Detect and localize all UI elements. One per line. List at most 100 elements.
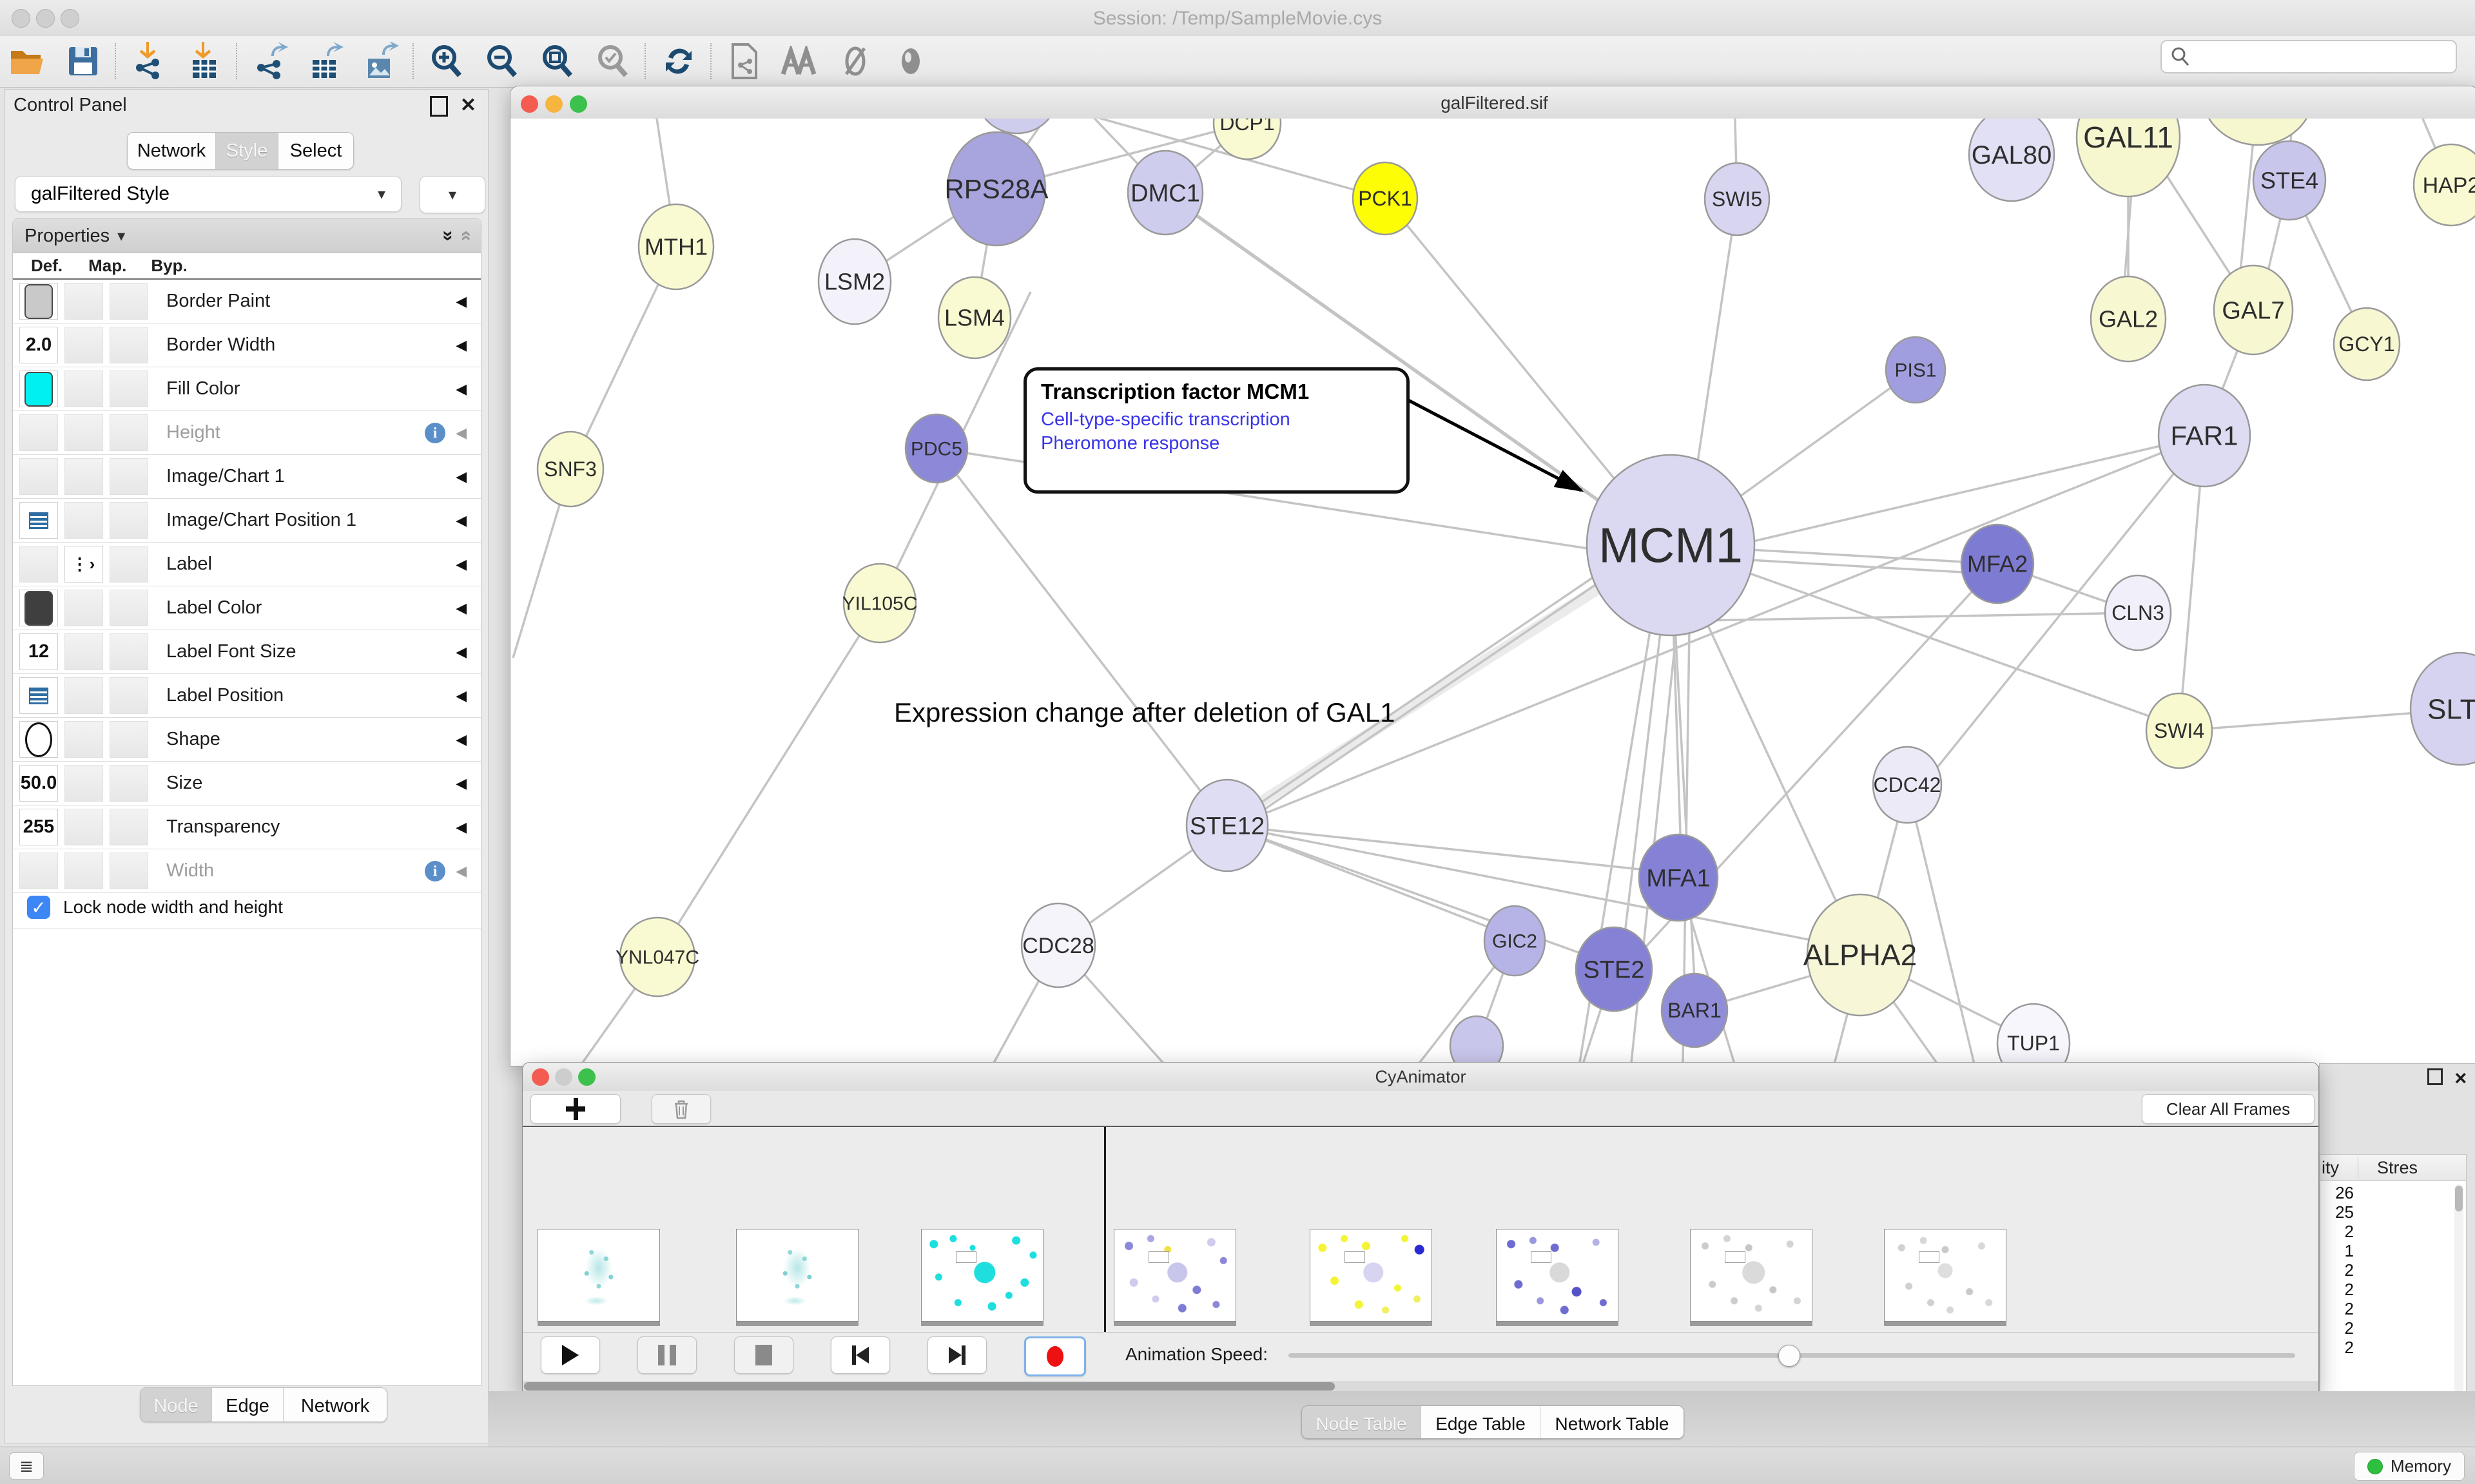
delete-frame-button[interactable] xyxy=(652,1094,711,1124)
cell-map[interactable] xyxy=(64,721,103,758)
tab-node[interactable]: Node xyxy=(141,1388,212,1422)
cell-byp[interactable] xyxy=(110,721,148,758)
style-options-button[interactable]: ▾ xyxy=(420,176,485,213)
stop-button[interactable] xyxy=(734,1336,793,1374)
animation-speed-slider[interactable] xyxy=(1288,1353,2295,1358)
info-icon[interactable]: i xyxy=(425,861,445,882)
annotation-box[interactable]: Transcription factor MCM1 Cell-type-spec… xyxy=(1024,367,1410,494)
cell-byp[interactable] xyxy=(110,765,148,802)
expand-row-icon[interactable]: ◀ xyxy=(456,863,467,880)
refresh-layout-icon[interactable] xyxy=(651,41,706,82)
property-row-height[interactable]: Heighti◀ xyxy=(13,411,481,455)
expand-row-icon[interactable]: ◀ xyxy=(456,468,467,485)
table-cell[interactable]: 2 xyxy=(2320,1299,2354,1318)
cell-def[interactable] xyxy=(19,853,58,889)
cell-def[interactable] xyxy=(19,721,58,758)
play-button[interactable] xyxy=(541,1336,600,1374)
export-network-icon[interactable] xyxy=(242,41,298,82)
collapse-all-icon[interactable]: » xyxy=(454,231,476,242)
network-file-icon[interactable] xyxy=(717,41,772,82)
cell-byp[interactable] xyxy=(110,283,148,320)
table-cell[interactable]: 2 xyxy=(2320,1260,2354,1280)
skip-to-start-button[interactable] xyxy=(831,1336,890,1374)
zoom-selected-icon[interactable] xyxy=(585,41,641,82)
show-selected-icon[interactable] xyxy=(883,41,938,82)
cell-def[interactable] xyxy=(19,502,58,539)
cell-map[interactable] xyxy=(64,633,103,670)
expand-row-icon[interactable]: ◀ xyxy=(456,731,467,748)
expand-row-icon[interactable]: ◀ xyxy=(456,556,467,573)
cell-map[interactable] xyxy=(64,327,103,363)
table-cell[interactable]: 2 xyxy=(2320,1338,2354,1357)
cell-byp[interactable] xyxy=(110,414,148,451)
tab-network-table[interactable]: Network Table xyxy=(1540,1406,1684,1439)
property-row-size[interactable]: 50.0Size◀ xyxy=(13,762,481,805)
cyanimator-scrollbar[interactable] xyxy=(523,1381,2318,1392)
network-window-titlebar[interactable]: galFiltered.sif xyxy=(510,86,2475,119)
cell-def[interactable]: 50.0 xyxy=(19,765,58,802)
table-cell[interactable]: 2 xyxy=(2320,1318,2354,1338)
skip-to-end-button[interactable] xyxy=(927,1336,987,1374)
cell-byp[interactable] xyxy=(110,853,148,889)
tab-network-bottom[interactable]: Network xyxy=(284,1388,387,1422)
property-row-border-width[interactable]: 2.0Border Width◀ xyxy=(13,323,481,367)
annotation-link-1[interactable]: Cell-type-specific transcription xyxy=(1041,409,1392,430)
cell-def[interactable] xyxy=(19,414,58,451)
cell-map[interactable] xyxy=(64,809,103,845)
cell-map[interactable] xyxy=(64,283,103,320)
cell-byp[interactable] xyxy=(110,546,148,583)
network-node-topcut[interactable] xyxy=(977,119,1057,133)
zoom-fit-icon[interactable] xyxy=(530,41,585,82)
hide-selected-icon[interactable] xyxy=(828,41,883,82)
cell-def[interactable] xyxy=(19,590,58,626)
import-table-icon[interactable] xyxy=(177,41,232,82)
animation-frame-4[interactable] xyxy=(1114,1229,1236,1322)
tab-select[interactable]: Select xyxy=(278,133,353,169)
expand-row-icon[interactable]: ◀ xyxy=(456,425,467,441)
zoom-out-icon[interactable] xyxy=(474,41,530,82)
table-cell[interactable]: 2 xyxy=(2320,1222,2354,1241)
properties-header[interactable]: Properties ▾ » » xyxy=(13,219,481,253)
property-row-transparency[interactable]: 255Transparency◀ xyxy=(13,805,481,849)
zoom-in-icon[interactable] xyxy=(419,41,474,82)
cell-map[interactable] xyxy=(64,502,103,539)
table-cell[interactable]: 25 xyxy=(2320,1202,2354,1222)
property-row-label[interactable]: ⋮›Label◀ xyxy=(13,543,481,586)
expand-row-icon[interactable]: ◀ xyxy=(456,512,467,529)
property-row-image-chart-position-1[interactable]: Image/Chart Position 1◀ xyxy=(13,499,481,543)
network-node-topyellow[interactable] xyxy=(2201,119,2315,145)
cell-map[interactable] xyxy=(64,458,103,495)
search-box[interactable] xyxy=(2160,40,2457,73)
property-row-label-color[interactable]: Label Color◀ xyxy=(13,586,481,630)
export-table-icon[interactable] xyxy=(298,41,353,82)
animation-frame-5[interactable] xyxy=(1310,1229,1432,1322)
network-node-smallpurple[interactable] xyxy=(1450,1016,1503,1066)
cell-map[interactable] xyxy=(64,590,103,626)
cell-map[interactable] xyxy=(64,371,103,407)
cell-byp[interactable] xyxy=(110,458,148,495)
cell-def[interactable] xyxy=(19,458,58,495)
cell-def[interactable] xyxy=(19,371,58,407)
cell-def[interactable] xyxy=(19,283,58,320)
cell-map[interactable] xyxy=(64,677,103,714)
annotation-link-2[interactable]: Pheromone response xyxy=(1041,433,1392,454)
column-header-ity[interactable]: ity xyxy=(2322,1158,2339,1178)
property-row-image-chart-1[interactable]: Image/Chart 1◀ xyxy=(13,455,481,499)
first-neighbors-icon[interactable] xyxy=(772,41,828,82)
cell-byp[interactable] xyxy=(110,502,148,539)
info-icon[interactable]: i xyxy=(425,423,445,443)
expand-row-icon[interactable]: ◀ xyxy=(456,688,467,704)
float-panel-icon[interactable] xyxy=(430,96,448,120)
table-scrollbar[interactable] xyxy=(2454,1184,2463,1416)
cyanimator-timeline[interactable]: 0123456789 Seconds xyxy=(523,1127,2318,1316)
table-cell[interactable]: 2 xyxy=(2320,1280,2354,1299)
slider-handle[interactable] xyxy=(1778,1345,1800,1367)
animation-frame-7[interactable] xyxy=(1690,1229,1812,1322)
import-network-icon[interactable] xyxy=(121,41,177,82)
cell-byp[interactable] xyxy=(110,371,148,407)
expand-row-icon[interactable]: ◀ xyxy=(456,644,467,660)
property-row-label-font-size[interactable]: 12Label Font Size◀ xyxy=(13,630,481,674)
cell-map[interactable]: ⋮› xyxy=(64,546,103,583)
pause-button[interactable] xyxy=(637,1336,697,1374)
network-canvas[interactable]: DCP1RPS28ADMC1PCK1SWI5GAL80GAL11STE4HAP2… xyxy=(510,119,2475,1066)
